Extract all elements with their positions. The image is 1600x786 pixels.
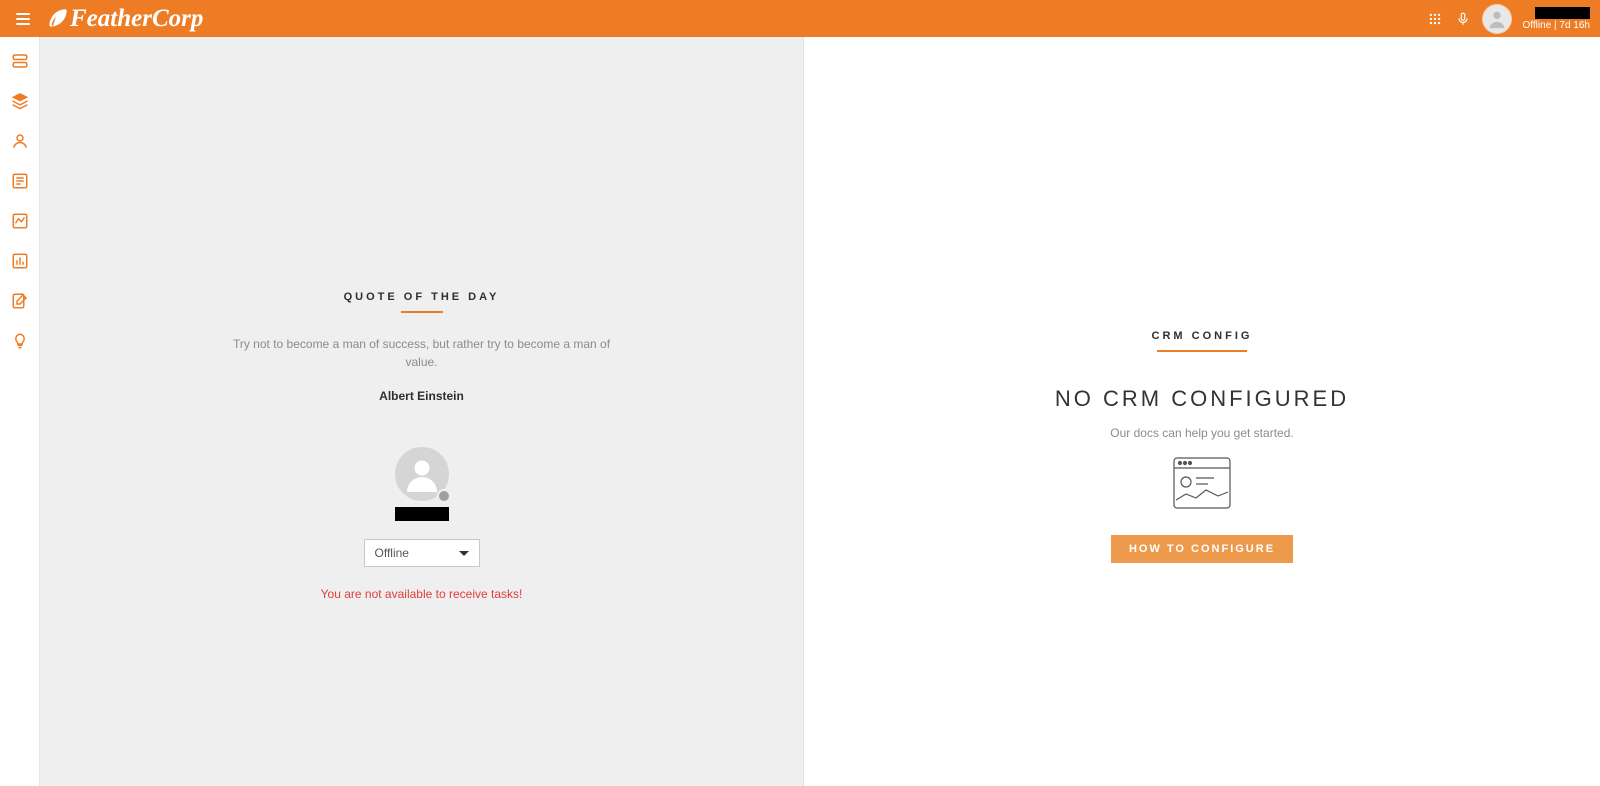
- status-select[interactable]: Offline: [364, 539, 480, 567]
- quote-section-title: QUOTE OF THE DAY: [222, 291, 622, 303]
- sidebar-item-user-icon[interactable]: [10, 131, 30, 151]
- sidebar-item-chart-icon[interactable]: [10, 211, 30, 231]
- sidebar-item-bulb-icon[interactable]: [10, 331, 30, 351]
- title-underline: [401, 311, 443, 313]
- user-avatar-wrap: [395, 447, 449, 501]
- sidebar-item-list-icon[interactable]: [10, 171, 30, 191]
- quote-section: QUOTE OF THE DAY Try not to become a man…: [222, 291, 622, 601]
- crm-section-title: CRM CONFIG: [1002, 330, 1402, 342]
- user-name-redacted: [1535, 7, 1590, 19]
- user-status-text: Offline | 7d 16h: [1523, 21, 1590, 31]
- quote-author: Albert Einstein: [222, 389, 622, 403]
- crm-illustration-icon: [1172, 456, 1232, 515]
- sidebar-item-stats-icon[interactable]: [10, 251, 30, 271]
- app-body: QUOTE OF THE DAY Try not to become a man…: [0, 37, 1600, 786]
- sidebar-item-layers-icon[interactable]: [10, 91, 30, 111]
- crm-section: CRM CONFIG NO CRM CONFIGURED Our docs ca…: [1002, 330, 1402, 563]
- left-panel: QUOTE OF THE DAY Try not to become a man…: [40, 37, 804, 786]
- status-select-value: Offline: [375, 546, 409, 560]
- sidebar-item-edit-icon[interactable]: [10, 291, 30, 311]
- title-underline: [1157, 350, 1247, 352]
- caret-down-icon: [459, 551, 469, 556]
- app-header: FeatherCorp Offline | 7d 16h: [0, 0, 1600, 37]
- avatar[interactable]: [1483, 5, 1511, 33]
- crm-subtext: Our docs can help you get started.: [1002, 426, 1402, 440]
- menu-toggle-icon[interactable]: [10, 13, 30, 25]
- brand-logo[interactable]: FeatherCorp: [44, 5, 203, 33]
- header-right: Offline | 7d 16h: [1427, 5, 1590, 33]
- user-status-box[interactable]: Offline | 7d 16h: [1523, 7, 1590, 31]
- sidebar: [0, 37, 40, 786]
- presence-indicator-icon: [437, 489, 451, 503]
- availability-warning: You are not available to receive tasks!: [222, 587, 622, 601]
- crm-heading: NO CRM CONFIGURED: [1002, 386, 1402, 412]
- main-content: QUOTE OF THE DAY Try not to become a man…: [40, 37, 1600, 786]
- quote-text: Try not to become a man of success, but …: [222, 335, 622, 371]
- how-to-configure-button[interactable]: HOW TO CONFIGURE: [1111, 535, 1293, 563]
- brand-name: FeatherCorp: [70, 5, 203, 33]
- dialpad-icon[interactable]: [1427, 11, 1443, 27]
- microphone-icon[interactable]: [1455, 11, 1471, 27]
- feather-icon: [44, 6, 70, 32]
- user-display-name-redacted: [395, 507, 449, 521]
- right-panel: CRM CONFIG NO CRM CONFIGURED Our docs ca…: [804, 37, 1600, 786]
- sidebar-item-server-icon[interactable]: [10, 51, 30, 71]
